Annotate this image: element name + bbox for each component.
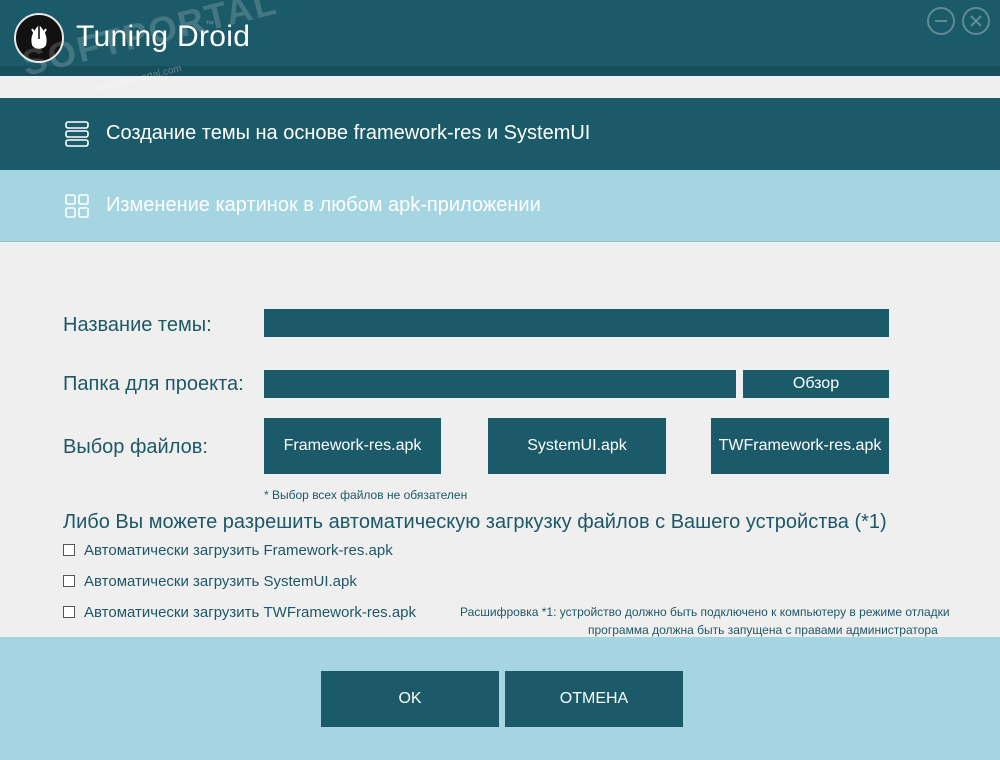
systemui-button[interactable]: SystemUI.apk <box>488 418 666 474</box>
checkbox[interactable] <box>63 575 75 587</box>
theme-name-input[interactable] <box>264 309 889 337</box>
twframework-res-button[interactable]: TWFramework-res.apk <box>711 418 889 474</box>
auto-download-heading: Либо Вы можете разрешить автоматическую … <box>63 511 887 533</box>
title-bar: Tuning Droid ™ SOFTPORTAL www.softportal… <box>0 0 1000 95</box>
checkbox-label: Автоматически загрузить TWFramework-res.… <box>84 603 417 621</box>
checkbox[interactable] <box>63 544 75 556</box>
files-note: * Выбор всех файлов не обязателен <box>264 488 468 502</box>
footnote-line-2: программа должна быть запущена с правами… <box>588 623 938 637</box>
checkbox[interactable] <box>63 606 75 618</box>
ok-button[interactable]: OK <box>321 671 499 727</box>
project-folder-input[interactable] <box>264 370 736 398</box>
cancel-button[interactable]: ОТМЕНА <box>505 671 683 727</box>
auto-download-option-systemui[interactable]: Автоматически загрузить SystemUI.apk <box>63 572 357 590</box>
auto-download-option-twframework[interactable]: Автоматически загрузить TWFramework-res.… <box>63 603 416 621</box>
checkbox-label: Автоматически загрузить SystemUI.apk <box>84 572 357 590</box>
minimize-icon <box>935 20 947 22</box>
checkbox-label: Автоматически загрузить Framework-res.ap… <box>84 541 393 559</box>
nav-item-label: Создание темы на основе framework-res и … <box>106 122 591 144</box>
footer-bar <box>0 637 1000 760</box>
grid-icon <box>65 194 89 218</box>
close-icon <box>970 15 982 27</box>
auto-download-option-framework[interactable]: Автоматически загрузить Framework-res.ap… <box>63 541 393 559</box>
minimize-button[interactable] <box>927 7 955 35</box>
nav-item-edit-images[interactable]: Изменение картинок в любом apk-приложени… <box>0 170 1000 242</box>
list-icon <box>65 121 89 147</box>
file-selection-label: Выбор файлов: <box>63 436 208 458</box>
project-folder-label: Папка для проекта: <box>63 373 244 395</box>
close-button[interactable] <box>962 7 990 35</box>
theme-name-label: Название темы: <box>63 314 212 336</box>
browse-button[interactable]: Обзор <box>743 370 889 398</box>
framework-res-button[interactable]: Framework-res.apk <box>264 418 441 474</box>
nav-item-label: Изменение картинок в любом apk-приложени… <box>106 194 541 216</box>
footnote-line-1: Расшифровка *1: устройство должно быть п… <box>460 605 950 619</box>
nav-item-create-theme[interactable]: Создание темы на основе framework-res и … <box>0 98 1000 170</box>
